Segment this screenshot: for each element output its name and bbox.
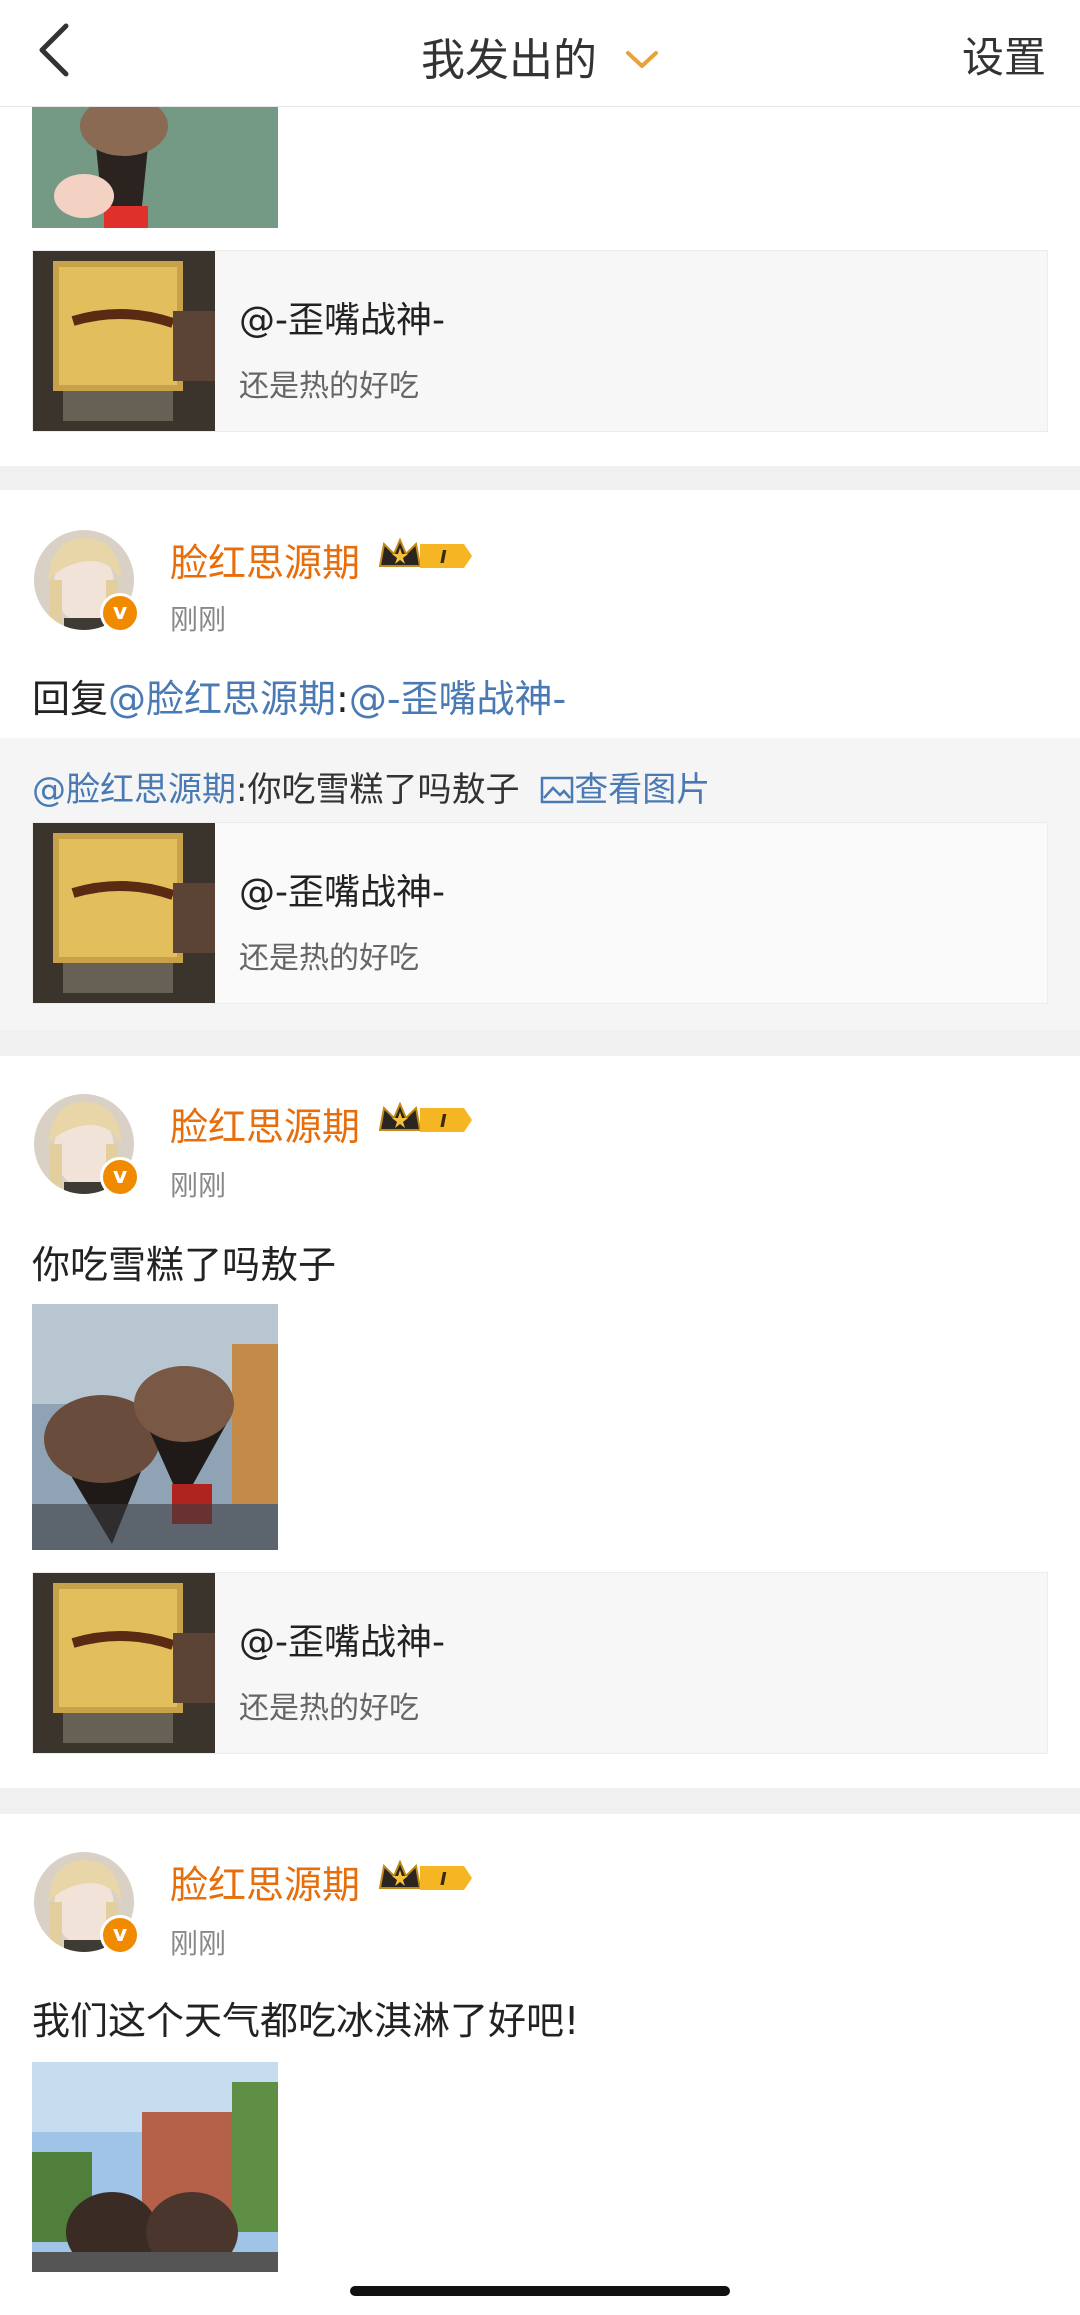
post-image-icecream-hand[interactable] bbox=[32, 106, 278, 228]
post-text: 你吃雪糕了吗敖子 bbox=[32, 1243, 337, 1287]
page-title: 我发出的 bbox=[421, 35, 597, 86]
card-subtitle: 还是热的好吃 bbox=[239, 941, 419, 976]
settings-button[interactable]: 设置 bbox=[962, 24, 1046, 85]
username[interactable]: 脸红思源期 bbox=[170, 1096, 360, 1151]
post-text: 我们这个天气都吃冰淇淋了好吧! bbox=[32, 1999, 580, 2043]
post-text: 回复@脸红思源期:@-歪嘴战神- bbox=[32, 668, 566, 723]
vip-crown-badge-icon: I bbox=[378, 1859, 472, 1890]
verified-badge-icon: v bbox=[100, 593, 140, 633]
verified-badge-icon: v bbox=[100, 1915, 140, 1955]
view-image-link[interactable]: 查看图片 bbox=[540, 770, 710, 810]
vip-level-text: I bbox=[440, 547, 447, 568]
page-title-dropdown[interactable]: 我发出的 bbox=[0, 24, 1080, 88]
post-image-icecream-cones[interactable] bbox=[32, 1304, 278, 1550]
quoted-text: :你吃雪糕了吗敖子 bbox=[236, 770, 520, 810]
top-nav-bar: 我发出的 设置 bbox=[0, 0, 1080, 107]
vip-crown-badge-icon: I bbox=[378, 537, 472, 568]
feed-separator bbox=[0, 466, 1080, 490]
heater-thumbnail bbox=[33, 823, 215, 1003]
card-subtitle: 还是热的好吃 bbox=[239, 1691, 419, 1726]
card-title: @-歪嘴战神- bbox=[239, 872, 445, 913]
username[interactable]: 脸红思源期 bbox=[170, 532, 360, 587]
vip-crown-badge-icon: I bbox=[378, 1101, 472, 1132]
verified-badge-icon: v bbox=[100, 1157, 140, 1197]
card-title: @-歪嘴战神- bbox=[239, 1622, 445, 1663]
card-title: @-歪嘴战神- bbox=[239, 300, 445, 341]
timestamp: 刚刚 bbox=[170, 603, 227, 636]
home-indicator[interactable] bbox=[350, 2286, 730, 2296]
vip-level-text: I bbox=[440, 1869, 447, 1890]
linked-post-card[interactable]: @-歪嘴战神- 还是热的好吃 bbox=[32, 822, 1048, 1004]
mention-link[interactable]: @脸红思源期 bbox=[108, 677, 336, 721]
view-image-label: 查看图片 bbox=[574, 770, 711, 810]
quoted-post-text: @脸红思源期:你吃雪糕了吗敖子 查看图片 bbox=[32, 762, 710, 811]
vip-level-text: I bbox=[440, 1111, 447, 1132]
heater-thumbnail bbox=[33, 1573, 215, 1753]
reply-colon: : bbox=[336, 677, 349, 721]
linked-post-card[interactable]: @-歪嘴战神- 还是热的好吃 bbox=[32, 1572, 1048, 1754]
reply-prefix: 回复 bbox=[32, 677, 109, 721]
mention-link[interactable]: @-歪嘴战神- bbox=[349, 677, 566, 721]
username[interactable]: 脸红思源期 bbox=[170, 1854, 360, 1909]
post-image-icecream-outdoor[interactable] bbox=[32, 2062, 278, 2272]
timestamp: 刚刚 bbox=[170, 1169, 227, 1202]
mention-link[interactable]: @脸红思源期 bbox=[32, 770, 236, 810]
timestamp: 刚刚 bbox=[170, 1927, 227, 1960]
image-icon bbox=[541, 776, 574, 804]
feed-separator bbox=[0, 1030, 1080, 1056]
feed-separator bbox=[0, 1788, 1080, 1814]
chevron-down-icon bbox=[626, 51, 658, 68]
card-subtitle: 还是热的好吃 bbox=[239, 369, 419, 404]
linked-post-card[interactable]: @-歪嘴战神- 还是热的好吃 bbox=[32, 250, 1048, 432]
heater-thumbnail bbox=[33, 251, 215, 431]
